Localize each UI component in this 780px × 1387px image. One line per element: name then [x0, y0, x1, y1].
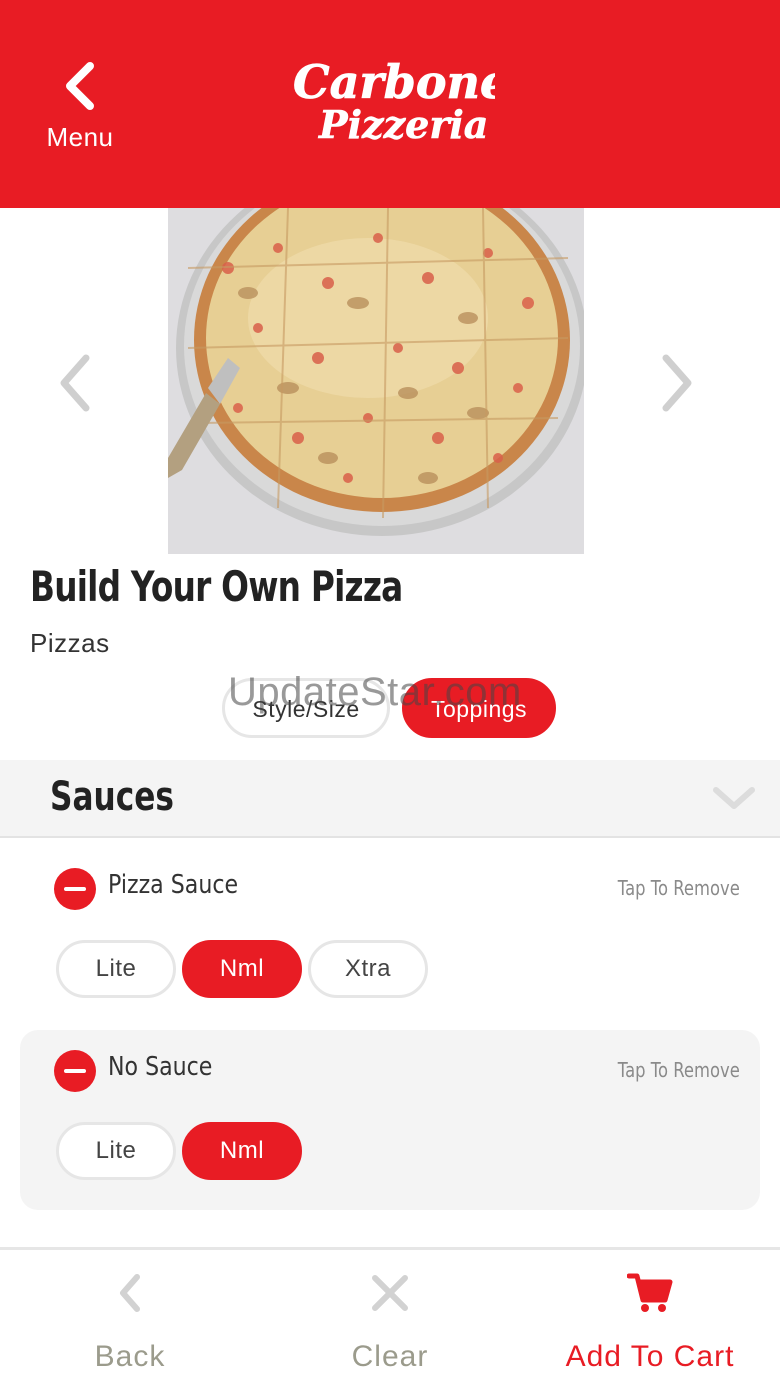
shopping-cart-icon: [627, 1273, 673, 1312]
clear-button[interactable]: Clear: [280, 1272, 500, 1387]
back-label: Back: [94, 1340, 166, 1373]
amount-lite-button[interactable]: Lite: [56, 1122, 176, 1180]
carbones-pizzeria-logo: Carbone's Pizzeria: [285, 40, 550, 160]
option-name: Pizza Sauce: [108, 870, 239, 900]
topping-option-no-sauce: No Sauce Tap To Remove Lite Nml: [20, 1030, 760, 1210]
section-header-sauces[interactable]: Sauces: [0, 760, 780, 838]
item-image-carousel: [0, 208, 780, 554]
topping-option-pizza-sauce: Pizza Sauce Tap To Remove Lite Nml Xtra: [20, 848, 760, 1028]
menu-label: Menu: [46, 122, 114, 152]
close-icon: [372, 1275, 408, 1311]
back-button[interactable]: Back: [20, 1272, 240, 1387]
bottom-action-bar: Back Clear Add To Cart: [0, 1247, 780, 1387]
pizza-image: [168, 208, 584, 554]
tab-toppings[interactable]: Toppings: [402, 678, 556, 738]
amount-xtra-button[interactable]: Xtra: [308, 940, 428, 998]
clear-label: Clear: [351, 1340, 429, 1373]
section-title: Sauces: [50, 774, 174, 820]
carousel-next-button[interactable]: [652, 348, 702, 418]
chevron-left-icon: [60, 354, 90, 412]
tap-to-remove-link[interactable]: Tap To Remove: [618, 1058, 740, 1082]
menu-back-button[interactable]: Menu: [30, 60, 130, 170]
chevron-down-icon: [713, 787, 755, 809]
add-to-cart-button[interactable]: Add To Cart: [540, 1272, 760, 1387]
item-category: Pizzas: [30, 628, 110, 658]
tap-to-remove-link[interactable]: Tap To Remove: [618, 876, 740, 900]
chevron-left-icon: [66, 62, 94, 110]
tab-style-size[interactable]: Style/Size: [222, 678, 390, 738]
chevron-left-icon: [120, 1274, 140, 1312]
remove-circle-icon[interactable]: [54, 868, 96, 910]
option-name: No Sauce: [108, 1052, 213, 1082]
chevron-right-icon: [662, 354, 692, 412]
svg-text:Carbone's: Carbone's: [293, 55, 495, 109]
carousel-prev-button[interactable]: [50, 348, 100, 418]
amount-lite-button[interactable]: Lite: [56, 940, 176, 998]
svg-text:Pizzeria: Pizzeria: [318, 102, 488, 147]
amount-nml-button[interactable]: Nml: [182, 1122, 302, 1180]
app-header: Menu Carbone's Pizzeria: [0, 0, 780, 208]
add-to-cart-label: Add To Cart: [565, 1340, 735, 1373]
amount-nml-button[interactable]: Nml: [182, 940, 302, 998]
item-title: Build Your Own Pizza: [30, 562, 403, 611]
remove-circle-icon[interactable]: [54, 1050, 96, 1092]
